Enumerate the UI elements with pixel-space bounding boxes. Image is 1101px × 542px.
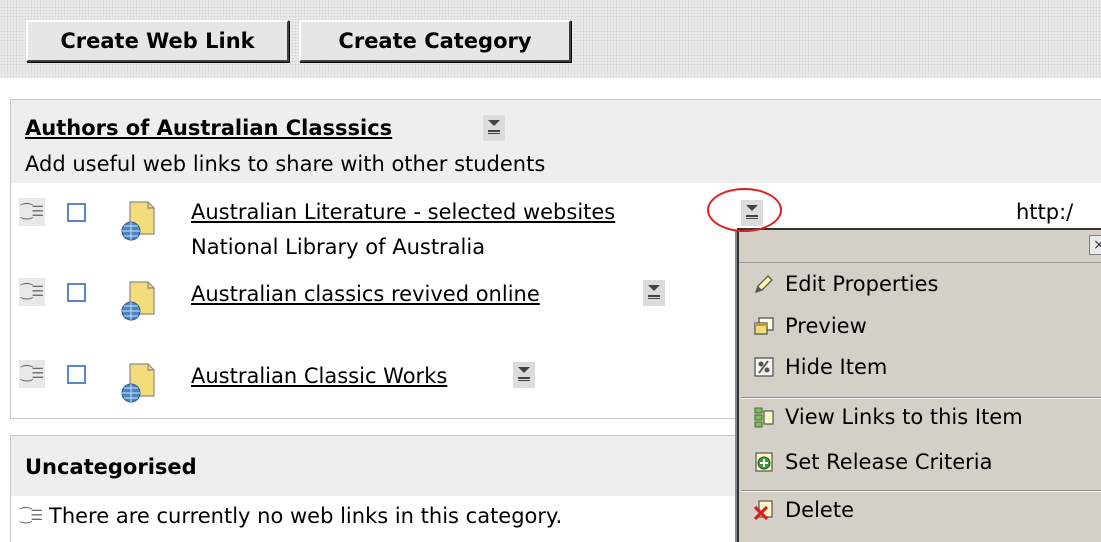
item-menu-icon[interactable] xyxy=(643,280,665,306)
menu-item-label: Edit Properties xyxy=(785,272,939,296)
close-icon[interactable]: × xyxy=(1089,235,1101,255)
category-title: Uncategorised xyxy=(25,455,197,479)
reorder-icon[interactable]: ⁐☰ xyxy=(19,360,45,388)
web-link-title[interactable]: Australian Classic Works xyxy=(191,364,447,388)
web-link-title[interactable]: Australian classics revived online xyxy=(191,282,540,306)
context-menu: × Edit Properties Preview Hide Item View… xyxy=(737,228,1101,542)
menu-item-label: Set Release Criteria xyxy=(785,450,993,474)
category-title-link[interactable]: Authors of Australian Classsics xyxy=(25,116,392,140)
reorder-icon[interactable]: ⁐☰ xyxy=(19,278,45,306)
web-link-title[interactable]: Australian Literature - selected website… xyxy=(191,200,615,224)
menu-item-label: Preview xyxy=(785,314,867,338)
web-link-subtitle: National Library of Australia xyxy=(191,235,486,259)
create-category-button[interactable]: Create Category xyxy=(299,20,571,62)
menu-item-delete[interactable]: Delete xyxy=(753,498,854,522)
toolbar: Create Web Link Create Category xyxy=(0,0,1101,78)
menu-item-label: Delete xyxy=(785,498,854,522)
pencil-icon xyxy=(754,275,773,294)
category-menu-icon[interactable] xyxy=(483,115,505,141)
item-checkbox[interactable] xyxy=(67,365,86,384)
web-link-icon xyxy=(121,201,155,241)
item-checkbox[interactable] xyxy=(67,203,86,222)
menu-separator xyxy=(741,397,1101,399)
hide-item-icon xyxy=(754,357,774,377)
web-link-icon xyxy=(121,281,155,321)
view-links-icon xyxy=(754,407,774,428)
reorder-icon[interactable]: ⁐☰ xyxy=(19,198,45,226)
item-checkbox[interactable] xyxy=(67,283,86,302)
menu-item-hide-item[interactable]: Hide Item xyxy=(753,355,887,379)
context-menu-titlebar: × xyxy=(739,230,1101,263)
web-link-icon xyxy=(121,363,155,403)
category-header: Authors of Australian Classsics Add usef… xyxy=(11,100,1101,183)
reorder-icon: ⁐☰ xyxy=(20,508,43,524)
menu-item-label: View Links to this Item xyxy=(785,405,1023,429)
menu-item-edit-properties[interactable]: Edit Properties xyxy=(753,272,938,296)
create-web-link-button[interactable]: Create Web Link xyxy=(26,20,289,62)
menu-separator xyxy=(741,490,1101,492)
menu-item-preview[interactable]: Preview xyxy=(753,314,867,338)
release-criteria-icon xyxy=(755,452,773,472)
menu-item-view-links[interactable]: View Links to this Item xyxy=(753,405,1023,429)
menu-item-label: Hide Item xyxy=(785,355,888,379)
delete-x-icon xyxy=(753,500,773,521)
item-menu-icon[interactable] xyxy=(513,362,535,388)
empty-category-message: There are currently no web links in this… xyxy=(49,504,563,528)
menu-item-set-release-criteria[interactable]: Set Release Criteria xyxy=(753,450,993,474)
category-description: Add useful web links to share with other… xyxy=(25,152,546,176)
preview-window-icon xyxy=(754,317,774,335)
web-link-url[interactable]: http:/ xyxy=(1016,200,1073,224)
item-menu-icon[interactable] xyxy=(741,200,763,226)
